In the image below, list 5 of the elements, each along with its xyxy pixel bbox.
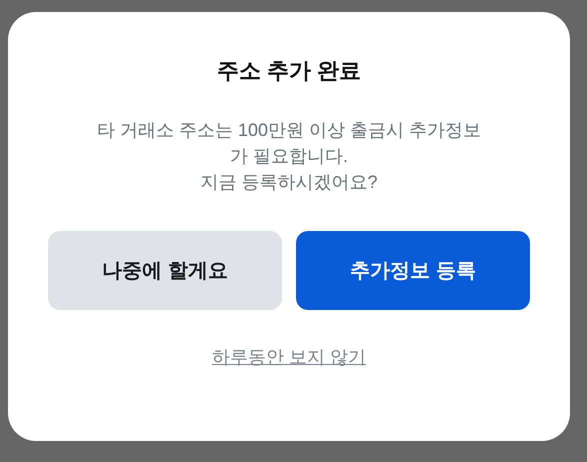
register-info-button[interactable]: 추가정보 등록 xyxy=(296,231,530,310)
dismiss-today-link[interactable]: 하루동안 보지 않기 xyxy=(212,344,366,371)
dialog-title: 주소 추가 완료 xyxy=(216,57,362,85)
dialog-message: 타 거래소 주소는 100만원 이상 출금시 추가정보 가 필요합니다. 지금 등록하시겠어요? xyxy=(96,119,482,194)
later-button[interactable]: 나중에 할게요 xyxy=(48,231,282,310)
